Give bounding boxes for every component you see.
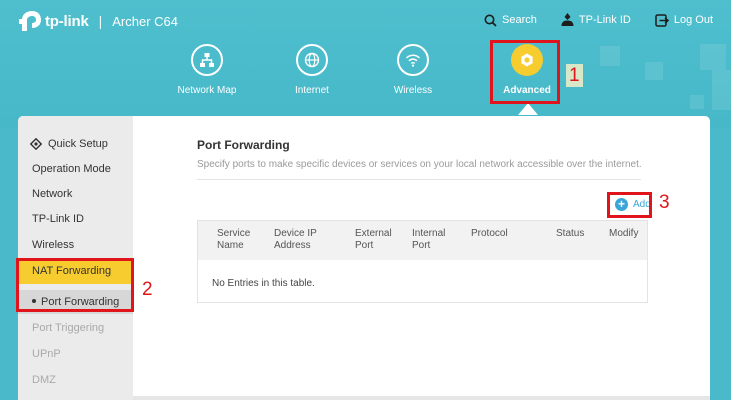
active-nav-indicator (518, 103, 538, 115)
sidebar-item-port-triggering[interactable]: Port Triggering (18, 316, 133, 340)
divider (197, 179, 641, 180)
nav-wireless[interactable]: Wireless (377, 44, 449, 96)
tp-link-logo-icon (19, 11, 41, 31)
column-header-modify: Modify (609, 228, 639, 239)
nav-internet[interactable]: Internet (276, 44, 348, 96)
sidebar-item-label: Quick Setup (48, 138, 108, 150)
brand-logo[interactable]: tp-link | Archer C64 (18, 10, 178, 32)
column-header-external-port: External Port (355, 228, 392, 251)
quick-setup-icon (30, 138, 42, 150)
sidebar-item-label: DMZ (32, 374, 56, 386)
sidebar-item-label: TP-Link ID (32, 213, 84, 225)
annotation-box-nat-forwarding (16, 258, 134, 312)
user-id-icon (561, 13, 574, 26)
model-name: Archer C64 (112, 13, 178, 29)
nav-icon-circle (397, 44, 429, 76)
column-header-protocol: Protocol (471, 228, 508, 239)
sidebar-item-network[interactable]: Network (18, 182, 133, 206)
nav-network-map[interactable]: Network Map (171, 44, 243, 96)
brand-separator: | (98, 13, 103, 29)
sidebar-item-upnp[interactable]: UPnP (18, 342, 133, 366)
panel-bottom-edge (133, 396, 710, 400)
table-header: Service Name Device IP Address External Por… (198, 221, 647, 260)
page-title: Port Forwarding (197, 138, 290, 152)
sidebar-item-wireless[interactable]: Wireless (18, 233, 133, 257)
wifi-icon (405, 54, 421, 67)
annotation-number-3: 3 (659, 192, 670, 213)
search-label: Search (502, 14, 537, 26)
nav-icon-circle (191, 44, 223, 76)
sidebar-item-tplink-id[interactable]: TP-Link ID (18, 207, 133, 231)
top-header: tp-link | Archer C64 Search TP-Link ID L… (0, 0, 731, 128)
tplink-id-label: TP-Link ID (578, 14, 631, 26)
search-link[interactable]: Search (484, 13, 537, 27)
brand-name: tp-link (45, 12, 89, 30)
logout-icon (655, 13, 669, 27)
sidebar-item-label: Port Triggering (32, 322, 105, 334)
logout-link[interactable]: Log Out (655, 13, 713, 27)
empty-table-message: No Entries in this table. (212, 278, 315, 289)
port-forwarding-table: Service Name Device IP Address External Por… (197, 220, 648, 303)
annotation-box-advanced (490, 40, 560, 104)
column-header-internal-port: Internal Port (412, 228, 446, 251)
top-links: Search TP-Link ID Log Out (484, 13, 713, 27)
column-header-service-name: Service Name (217, 228, 251, 251)
tplink-id-link[interactable]: TP-Link ID (561, 13, 631, 27)
sidebar-item-quick-setup[interactable]: Quick Setup (18, 132, 133, 156)
sidebar-item-operation-mode[interactable]: Operation Mode (18, 157, 133, 181)
page-description: Specify ports to make specific devices o… (197, 159, 642, 170)
search-icon (484, 14, 497, 27)
network-map-icon (200, 53, 214, 67)
nav-label: Network Map (177, 85, 237, 96)
sidebar-item-dmz[interactable]: DMZ (18, 368, 133, 392)
sidebar-item-label: Network (32, 188, 73, 200)
content-area: Port Forwarding Specify ports to make sp… (133, 116, 710, 400)
sidebar-item-label: Wireless (32, 239, 75, 251)
nav-label: Internet (295, 85, 329, 96)
nav-label: Wireless (393, 85, 433, 96)
annotation-box-add (607, 192, 652, 218)
annotation-number-1: 1 (566, 64, 583, 87)
sidebar-item-label: Operation Mode (32, 163, 111, 175)
sidebar-item-label: UPnP (32, 348, 61, 360)
nav-icon-circle (296, 44, 328, 76)
main-nav: Network Map Internet Wireless Advanced (0, 44, 731, 104)
globe-icon (304, 52, 320, 68)
logout-label: Log Out (673, 14, 713, 26)
column-header-device-ip: Device IP Address (274, 228, 317, 251)
annotation-number-2: 2 (142, 279, 153, 300)
column-header-status: Status (556, 228, 585, 239)
